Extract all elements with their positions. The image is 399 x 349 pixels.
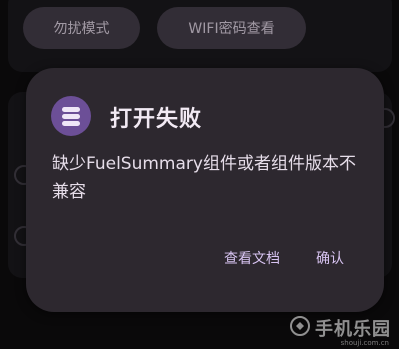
watermark: 手机乐园 shouji.com.cn: [289, 315, 391, 347]
watermark-sub: shouji.com.cn: [340, 339, 389, 347]
dialog-actions: 查看文档 确认: [224, 248, 344, 268]
confirm-button[interactable]: 确认: [316, 248, 344, 268]
error-dialog: 打开失败 缺少FuelSummary组件或者组件版本不兼容 查看文档 确认: [26, 68, 384, 312]
watermark-logo-icon: [289, 315, 311, 341]
watermark-text: 手机乐园: [315, 319, 391, 340]
view-docs-button[interactable]: 查看文档: [224, 248, 280, 268]
dialog-title: 打开失败: [110, 107, 203, 132]
screen: 勿扰模式 WIFI密码查看 打开失败 缺少FuelSummary组件或者组件版本…: [0, 0, 399, 349]
dialog-message: 缺少FuelSummary组件或者组件版本不兼容: [52, 154, 356, 202]
stacked-layers-icon: [51, 96, 91, 136]
